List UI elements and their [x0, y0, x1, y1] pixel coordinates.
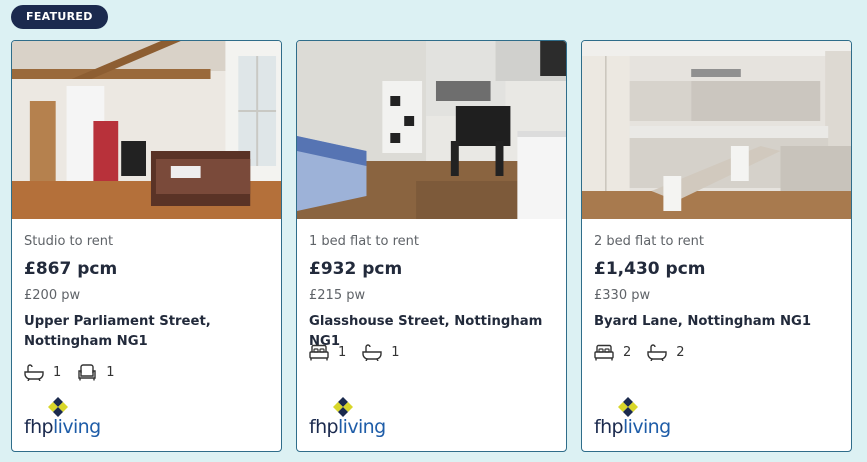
listing-price: £932 pcm: [309, 259, 403, 279]
sofa-icon: [78, 364, 96, 381]
listing-address[interactable]: Byard Lane, Nottingham NG1: [594, 312, 843, 332]
logo-text-living: living: [53, 416, 101, 438]
listing-type: 2 bed flat to rent: [594, 234, 704, 249]
bed-feature: 1: [309, 344, 346, 361]
bed-feature: 2: [594, 344, 631, 361]
sofa-count: 1: [106, 365, 115, 380]
listing-type: 1 bed flat to rent: [309, 234, 419, 249]
fhp-diamond-logo-mark: [333, 397, 353, 417]
bath-count: 1: [53, 365, 62, 380]
bed-count: 1: [338, 345, 347, 360]
bath-feature: 1: [362, 344, 400, 361]
listing-features: 2 2: [594, 344, 701, 361]
bath-count: 2: [676, 345, 685, 360]
logo-text-living: living: [623, 416, 671, 438]
logo-text-fhp: fhp: [309, 416, 339, 438]
featured-badge: FEATURED: [11, 5, 108, 29]
logo-text-living: living: [338, 416, 386, 438]
listing-weekly-price: £330 pw: [594, 288, 651, 303]
listing-photo-studio[interactable]: [12, 41, 281, 219]
listing-card[interactable]: 2 bed flat to rent £1,430 pcm £330 pw By…: [581, 40, 852, 452]
listing-features: 1 1: [24, 364, 131, 381]
fhp-diamond-logo-mark: [48, 397, 68, 417]
listing-card[interactable]: Studio to rent £867 pcm £200 pw Upper Pa…: [11, 40, 282, 452]
bath-feature: 2: [647, 344, 685, 361]
bath-count: 1: [391, 345, 400, 360]
bed-count: 2: [623, 345, 632, 360]
bath-icon: [24, 364, 44, 381]
logo-text-fhp: fhp: [24, 416, 54, 438]
listing-address[interactable]: Upper Parliament Street, Nottingham NG1: [24, 312, 273, 352]
listing-price: £867 pcm: [24, 259, 118, 279]
bath-icon: [647, 344, 667, 361]
fhp-living-logo: fhpliving: [309, 397, 389, 439]
fhp-diamond-logo-mark: [618, 397, 638, 417]
listing-features: 1 1: [309, 344, 416, 361]
sofa-feature: 1: [77, 364, 115, 381]
listing-weekly-price: £215 pw: [309, 288, 366, 303]
bed-icon: [309, 344, 329, 361]
bed-icon: [594, 344, 614, 361]
listing-card[interactable]: 1 bed flat to rent £932 pcm £215 pw Glas…: [296, 40, 567, 452]
listing-photo-1-bed[interactable]: [297, 41, 566, 219]
logo-text-fhp: fhp: [594, 416, 624, 438]
listing-type: Studio to rent: [24, 234, 114, 249]
bath-icon: [362, 344, 382, 361]
bath-feature: 1: [24, 364, 61, 381]
listing-price: £1,430 pcm: [594, 259, 706, 279]
listing-photo-2-bed[interactable]: [582, 41, 851, 219]
fhp-living-logo: fhpliving: [594, 397, 674, 439]
listing-weekly-price: £200 pw: [24, 288, 81, 303]
fhp-living-logo: fhpliving: [24, 397, 104, 439]
